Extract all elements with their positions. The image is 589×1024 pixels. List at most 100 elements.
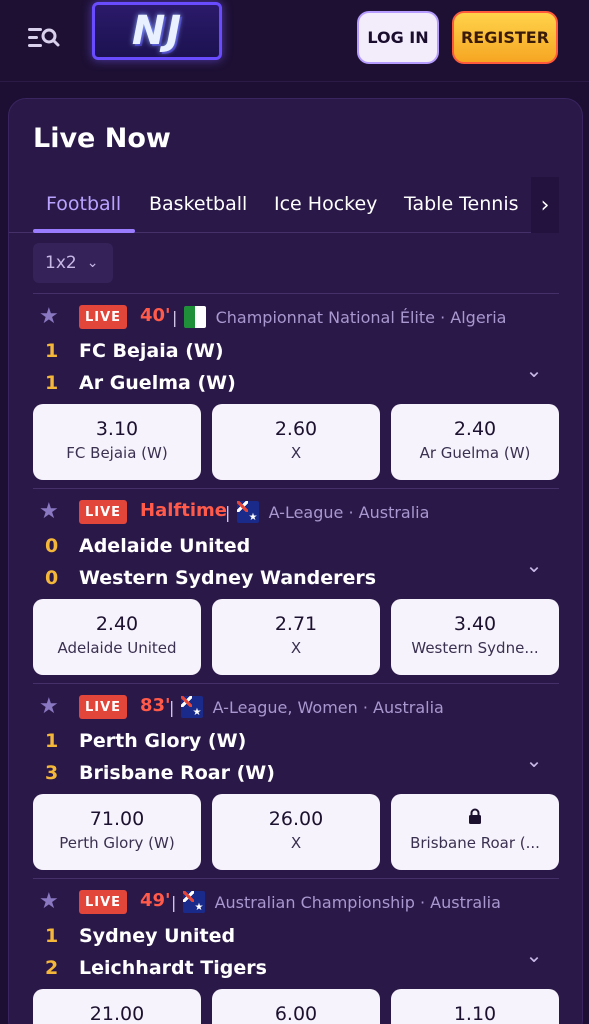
home-team: 0 Adelaide United [45,535,250,557]
star-icon[interactable]: ★ [39,499,63,524]
logo-text: NJ [131,8,183,54]
meta-dot: · [348,503,359,522]
tab-football[interactable]: Football [46,193,121,215]
odds-price: 1.10 [453,1003,497,1024]
live-badge: LIVE [79,305,127,329]
meta-dot: · [440,308,451,327]
australia-flag-icon [183,891,206,913]
australia-flag-icon [181,696,204,718]
odds-button-draw[interactable]: 2.71 X [212,599,380,675]
sport-tabs: Football Basketball Ice Hockey Table Ten… [9,179,559,233]
away-team: 2 Leichhardt Tigers [45,957,267,979]
register-button[interactable]: REGISTER [452,11,558,64]
chevron-down-icon[interactable]: ⌄ [519,943,549,967]
odds-button-away[interactable]: 3.40 Western Sydne... [391,599,559,675]
odds-button-draw[interactable]: 6.00 [212,989,380,1024]
country-name: Australia [373,698,444,717]
login-button[interactable]: LOG IN [357,11,439,64]
odds-label: Perth Glory (W) [59,834,175,852]
odds-button-draw[interactable]: 2.60 X [212,404,380,480]
country-name: Australia [430,893,501,912]
odds-label: Western Sydne... [411,639,539,657]
odds-price: 3.40 [453,613,497,635]
odds-price: 2.40 [453,418,497,440]
odds-price: 2.60 [274,418,318,440]
country-name: Algeria [450,308,507,327]
away-team: 1 Ar Guelma (W) [45,372,236,394]
away-score: 1 [45,372,59,394]
odds-button-home[interactable]: 71.00 Perth Glory (W) [33,794,201,870]
league-name: A-League, Women [212,698,358,717]
top-header: NJ LOG IN REGISTER [0,0,589,82]
algeria-flag-icon [184,306,207,328]
lock-icon [391,808,559,828]
away-team-name: Western Sydney Wanderers [79,567,377,589]
event-time: 83' [140,695,171,716]
home-team-name: FC Bejaia (W) [79,340,224,362]
odds-button-home[interactable]: 21.00 [33,989,201,1024]
menu-search-icon[interactable] [26,24,62,52]
event-row[interactable]: ★ LIVE 40' | Championnat National Élite … [33,293,559,488]
event-time: Halftime [140,500,227,521]
country-name: Australia [358,503,430,522]
odds-price: 71.00 [89,808,145,830]
event-row[interactable]: ★ LIVE 83' | A-League, Women · Australia… [33,683,559,878]
event-meta: | A-League · Australia [223,501,429,523]
event-row[interactable]: ★ LIVE 49' | Australian Championship · A… [33,878,559,1024]
chevron-down-icon[interactable]: ⌄ [519,748,549,772]
odds-button-draw[interactable]: 26.00 X [212,794,380,870]
chevron-down-icon[interactable]: ⌄ [519,553,549,577]
star-icon[interactable]: ★ [39,694,63,719]
away-score: 2 [45,957,59,979]
live-now-panel: Live Now Football Basketball Ice Hockey … [8,98,583,1024]
home-team: 1 Sydney United [45,925,235,947]
league-name: Championnat National Élite [215,308,435,327]
event-time: 40' [140,305,171,326]
odds-label: Adelaide United [57,639,177,657]
chevron-down-icon[interactable]: ⌄ [519,358,549,382]
odds-label: FC Bejaia (W) [66,444,168,462]
live-badge: LIVE [79,695,127,719]
event-row[interactable]: ★ LIVE Halftime | A-League · Australia 0… [33,488,559,683]
home-team: 1 Perth Glory (W) [45,730,246,752]
odds-price: 21.00 [89,1003,145,1024]
league-name: A-League [268,503,344,522]
tab-table-tennis[interactable]: Table Tennis [404,193,519,215]
meta-separator: | [171,893,177,912]
brand-logo[interactable]: NJ [92,2,222,60]
home-score: 1 [45,340,59,362]
away-team: 0 Western Sydney Wanderers [45,567,376,589]
meta-separator: | [225,503,231,522]
market-value: 1x2 [45,253,77,273]
odds-button-home[interactable]: 3.10 FC Bejaia (W) [33,404,201,480]
odds-label: Ar Guelma (W) [419,444,531,462]
star-icon[interactable]: ★ [39,304,63,329]
odds-button-away[interactable]: 1.10 [391,989,559,1024]
league-name: Australian Championship [214,893,415,912]
home-score: 1 [45,925,59,947]
odds-button-home[interactable]: 2.40 Adelaide United [33,599,201,675]
chevron-right-icon[interactable]: › [531,177,559,233]
meta-separator: | [172,308,178,327]
odds-price: 26.00 [268,808,324,830]
odds-price: 2.40 [95,613,139,635]
home-team-name: Adelaide United [79,535,251,557]
market-select[interactable]: 1x2 ⌄ [33,243,113,283]
odds-button-away[interactable]: 2.40 Ar Guelma (W) [391,404,559,480]
home-team-name: Perth Glory (W) [79,730,247,752]
event-meta: | Championnat National Élite · Algeria [170,306,506,328]
odds-price: 3.10 [95,418,139,440]
odds-button-away-locked[interactable]: Brisbane Roar (... [391,794,559,870]
australia-flag-icon [237,501,260,523]
away-team-name: Brisbane Roar (W) [79,762,275,784]
star-icon[interactable]: ★ [39,889,63,914]
home-team: 1 FC Bejaia (W) [45,340,224,362]
tab-basketball[interactable]: Basketball [149,193,247,215]
tab-ice-hockey[interactable]: Ice Hockey [274,193,377,215]
event-meta: | Australian Championship · Australia [169,891,501,913]
live-badge: LIVE [79,890,127,914]
away-team-name: Ar Guelma (W) [79,372,236,394]
away-team-name: Leichhardt Tigers [79,957,267,979]
away-team: 3 Brisbane Roar (W) [45,762,275,784]
active-tab-indicator [33,229,135,233]
